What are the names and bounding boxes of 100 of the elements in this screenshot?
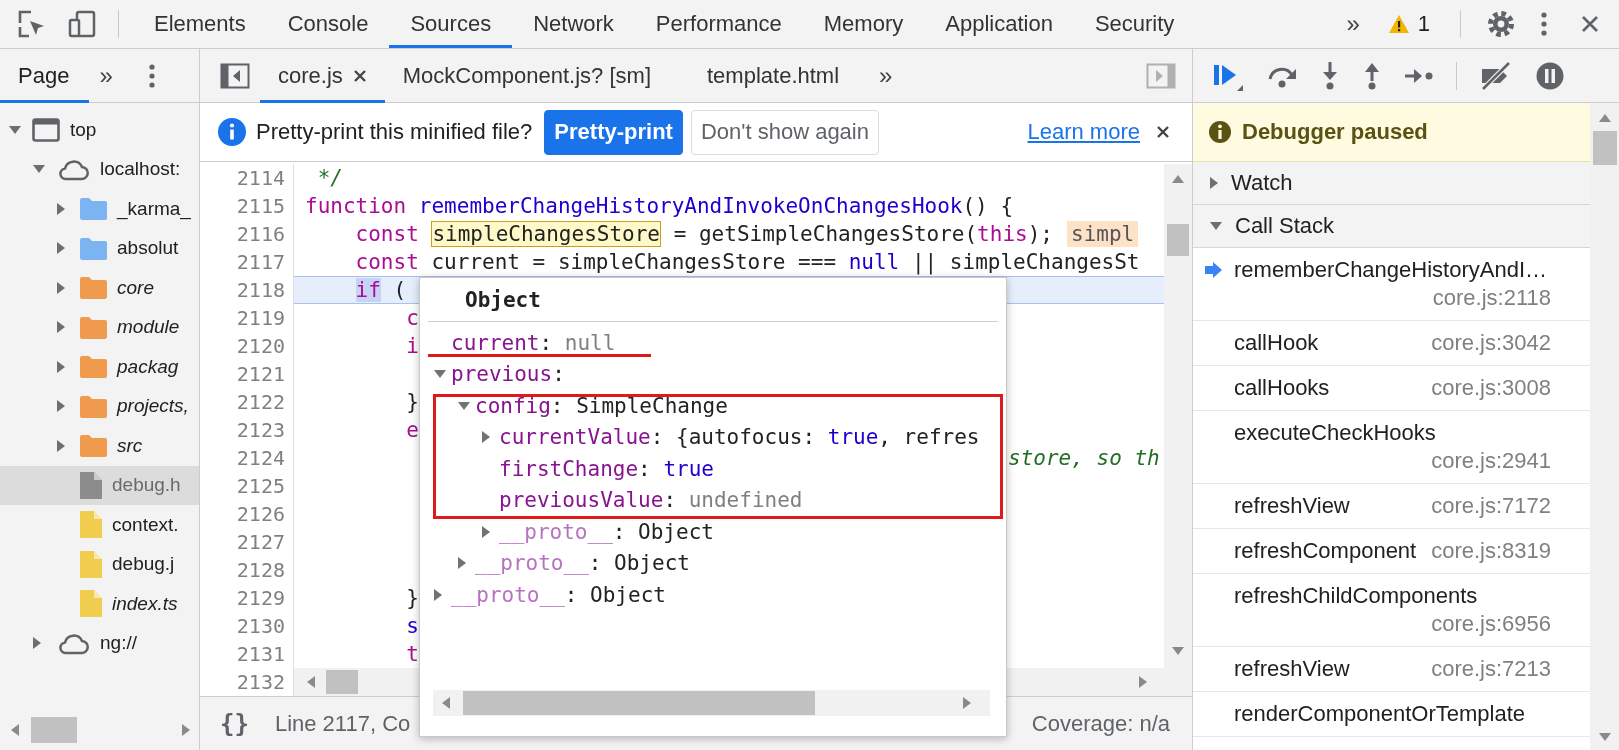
sidebar-toggle-icon[interactable] (220, 62, 250, 89)
object-property: previousValue: undefined (499, 488, 803, 513)
scroll-left-icon[interactable] (10, 723, 20, 737)
tree-item[interactable]: top (70, 118, 97, 141)
device-icon[interactable] (68, 10, 96, 38)
line-number: 2121 (235, 361, 286, 388)
more-tabs-button[interactable]: » (89, 61, 123, 90)
scrollbar-thumb[interactable] (326, 670, 358, 694)
settings-icon[interactable] (1487, 10, 1515, 38)
function-name: executeCheckHooks (1234, 419, 1436, 447)
code-text: e (405, 417, 419, 443)
section-header[interactable]: Watch (1193, 162, 1590, 205)
scroll-left-icon[interactable] (441, 696, 451, 710)
expanded-arrow-icon[interactable] (457, 400, 471, 411)
source-location: core.js:7213 (1431, 655, 1551, 683)
tree-item[interactable]: core (117, 276, 154, 299)
collapsed-arrow-icon[interactable] (56, 399, 66, 414)
tree-item[interactable]: module (117, 316, 180, 339)
tree-item[interactable]: context. (112, 513, 179, 536)
panel-tab[interactable]: Console (266, 0, 390, 48)
more-options-icon[interactable] (148, 63, 155, 88)
collapsed-arrow-icon[interactable] (433, 587, 443, 602)
object-property: __proto__: Object (499, 519, 714, 544)
collapsed-arrow-icon[interactable] (56, 280, 66, 295)
panel-tab[interactable]: Network (512, 0, 635, 48)
tree-item[interactable]: packag (117, 355, 179, 378)
scroll-left-icon[interactable] (306, 675, 316, 689)
scrollbar-thumb[interactable] (463, 691, 815, 715)
file-tab[interactable]: template.html (689, 48, 878, 103)
scrollbar-thumb[interactable] (1167, 224, 1189, 256)
scrollbar-thumb[interactable] (31, 717, 77, 743)
more-tabs-button[interactable]: » (1336, 10, 1370, 38)
close-icon[interactable] (352, 68, 367, 83)
tree-item[interactable]: debug.j (112, 553, 175, 576)
section-title: Call Stack (1235, 213, 1335, 239)
tree-item[interactable]: ng:// (100, 632, 137, 655)
inspect-icon[interactable] (18, 10, 46, 38)
coverage-status: Coverage: n/a (1031, 710, 1170, 737)
collapsed-arrow-icon[interactable] (481, 430, 491, 445)
collapsed-arrow-icon[interactable] (481, 524, 491, 539)
warnings-button[interactable]: 1 (1387, 11, 1430, 37)
collapsed-arrow-icon[interactable] (56, 241, 66, 256)
tree-item[interactable]: index.ts (112, 592, 178, 615)
close-icon[interactable] (1581, 15, 1599, 33)
scroll-right-icon[interactable] (962, 696, 972, 710)
panel-tab[interactable]: Application (924, 0, 1074, 48)
scroll-up-icon[interactable] (1171, 174, 1185, 184)
expanded-arrow-icon[interactable] (8, 124, 22, 135)
scroll-right-icon[interactable] (181, 723, 191, 737)
code-text: c (405, 305, 419, 331)
tree-item[interactable]: absolut (117, 237, 179, 260)
tree-item[interactable]: localhost: (100, 158, 181, 181)
source-location: core.js:6956 (1431, 610, 1551, 638)
collapsed-arrow-icon[interactable] (56, 438, 66, 453)
sidebar-toggle-icon[interactable] (1146, 62, 1176, 89)
line-number: 2124 (235, 445, 286, 472)
learn-more-link[interactable]: Learn more (1027, 119, 1140, 145)
navigator-tab[interactable]: Page (0, 48, 90, 103)
panel-tab[interactable]: Elements (133, 0, 267, 48)
collapsed-arrow-icon[interactable] (32, 636, 42, 651)
line-number: 2130 (235, 613, 286, 640)
line-number: 2117 (235, 249, 286, 276)
section-title: Watch (1231, 170, 1293, 196)
pause-on-exceptions-icon[interactable] (1535, 60, 1565, 91)
step-into-icon[interactable] (1320, 60, 1340, 91)
close-icon[interactable] (1156, 125, 1170, 139)
scroll-down-icon[interactable] (1171, 646, 1185, 656)
expanded-arrow-icon[interactable] (32, 164, 46, 175)
tree-item[interactable]: src (117, 434, 143, 457)
info-message: Pretty-print this minified file? (256, 119, 533, 145)
section-header[interactable]: Call Stack (1193, 205, 1590, 248)
pretty-print-button[interactable]: Pretty-print (544, 109, 683, 155)
tree-item[interactable]: debug.h (112, 474, 181, 497)
file-tab[interactable]: MockComponent.js? [sm] (384, 48, 689, 103)
code-text: s (405, 613, 419, 639)
warning-icon (1387, 14, 1410, 34)
scroll-right-icon[interactable] (1138, 675, 1148, 689)
scrollbar-thumb[interactable] (1592, 131, 1617, 165)
source-location: core.js:2118 (1432, 284, 1551, 312)
code-text: = getSimpleChangesStore(this); (672, 221, 1053, 247)
deactivate-breakpoints-icon[interactable] (1479, 60, 1513, 91)
dismiss-button[interactable]: Don't show again (690, 109, 879, 155)
line-number: 2120 (235, 333, 286, 360)
collapsed-arrow-icon[interactable] (56, 320, 66, 335)
expanded-arrow-icon[interactable] (433, 369, 447, 380)
more-tabs-button[interactable]: » (877, 61, 903, 90)
info-icon (217, 117, 247, 147)
panel-tab[interactable]: Security (1073, 0, 1196, 48)
scroll-down-icon[interactable] (1597, 732, 1612, 742)
collapsed-arrow-icon[interactable] (56, 201, 66, 216)
collapsed-arrow-icon[interactable] (56, 359, 66, 374)
tree-item[interactable]: projects, (117, 395, 189, 418)
line-number: 2115 (235, 193, 286, 220)
format-button[interactable]: {} (220, 709, 249, 738)
more-options-icon[interactable] (1541, 12, 1547, 36)
panel-tab[interactable]: Performance (634, 0, 803, 48)
collapsed-arrow-icon[interactable] (457, 556, 467, 571)
panel-tab[interactable]: Memory (802, 0, 925, 48)
tree-item[interactable]: _karma_ (117, 197, 191, 220)
scroll-up-icon[interactable] (1597, 113, 1612, 123)
